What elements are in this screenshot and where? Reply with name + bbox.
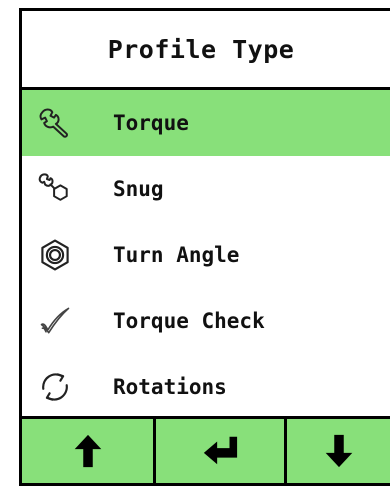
menu-item-turn-angle[interactable]: Turn Angle <box>22 222 390 288</box>
device-screen: Profile Type Torque Snug Turn Angle Torq… <box>19 8 390 486</box>
menu-item-torque-check[interactable]: Torque Check <box>22 288 390 354</box>
title-bar: Profile Type <box>22 11 390 90</box>
menu-item-rotations[interactable]: Rotations <box>22 354 390 420</box>
hex-nut-icon <box>35 235 75 275</box>
menu-item-label: Snug <box>113 177 164 201</box>
checkmark-icon <box>35 301 75 341</box>
down-button[interactable] <box>284 419 390 483</box>
menu-item-snug[interactable]: Snug <box>22 156 390 222</box>
page-title: Profile Type <box>107 34 295 64</box>
wrench-nut-icon <box>35 169 75 209</box>
profile-type-menu: Torque Snug Turn Angle Torque Check Rota… <box>22 90 390 421</box>
wrench-icon <box>35 103 75 143</box>
arrow-down-icon <box>325 434 352 468</box>
menu-item-torque[interactable]: Torque <box>22 90 390 156</box>
menu-item-label: Torque <box>113 111 189 135</box>
menu-item-label: Turn Angle <box>113 243 240 267</box>
enter-button[interactable] <box>153 419 284 483</box>
rotate-icon <box>35 367 75 407</box>
menu-item-label: Rotations <box>113 375 227 399</box>
navigation-button-bar <box>22 416 390 483</box>
enter-icon <box>203 436 238 465</box>
arrow-up-icon <box>74 434 101 468</box>
up-button[interactable] <box>22 419 153 483</box>
menu-item-label: Torque Check <box>113 309 265 333</box>
